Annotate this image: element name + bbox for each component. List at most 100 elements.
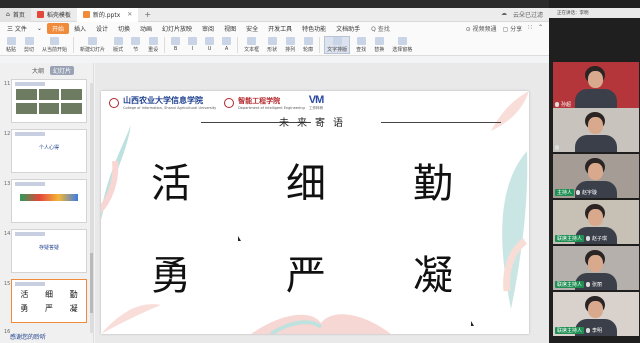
ribbon-button[interactable]: A bbox=[220, 37, 233, 52]
menu-review[interactable]: 审阅 bbox=[197, 24, 219, 33]
menu-view[interactable]: 视图 bbox=[219, 24, 241, 33]
ribbon-button[interactable]: 查找 bbox=[354, 36, 368, 53]
next-slide-title[interactable]: 感谢您的聆听 bbox=[10, 332, 46, 341]
menu-animation[interactable]: 动画 bbox=[135, 24, 157, 33]
microphone-icon[interactable] bbox=[576, 190, 581, 195]
ribbon-button[interactable]: I bbox=[186, 37, 199, 52]
ribbon-button[interactable]: 节 bbox=[129, 36, 142, 53]
tab-slides[interactable]: 幻灯片 bbox=[50, 66, 75, 75]
collab-button[interactable]: ⊙ 视频频通 bbox=[466, 24, 497, 33]
ribbon-button-label: 重设 bbox=[148, 46, 159, 53]
ribbon-button[interactable]: 新建幻灯片 bbox=[78, 36, 107, 53]
slide-header: 山西农业大学信息学院 College of Information, Shanx… bbox=[109, 94, 324, 111]
calligraphy-char[interactable]: 严 bbox=[286, 243, 326, 301]
ribbon-button[interactable]: 文本框 bbox=[242, 36, 261, 53]
participant-tile[interactable]: 主持人 赵宇璇 bbox=[553, 154, 639, 198]
ribbon-button-label: 轮廓 bbox=[303, 46, 314, 53]
ribbon-button[interactable]: 轮廓 bbox=[301, 36, 315, 53]
tab-outline[interactable]: 大纲 bbox=[32, 66, 44, 75]
ribbon-button[interactable]: B bbox=[169, 37, 182, 52]
menu-features[interactable]: 特色功能 bbox=[297, 24, 331, 33]
ribbon-button[interactable]: 排列 bbox=[283, 36, 297, 53]
menu-security[interactable]: 安全 bbox=[241, 24, 263, 33]
calligraphy-char[interactable]: 勇 bbox=[151, 243, 191, 301]
ribbon-button[interactable]: 重设 bbox=[146, 36, 160, 53]
brand-logo: VM 工作科研 bbox=[309, 94, 324, 111]
menu-insert[interactable]: 插入 bbox=[69, 24, 91, 33]
participant-tile[interactable]: 联席主持人 李明 bbox=[553, 292, 639, 336]
host-badge: 联席主持人 bbox=[555, 327, 585, 334]
host-badge: 联席主持人 bbox=[555, 235, 585, 242]
menu-doc-assistant[interactable]: 文档助手 bbox=[331, 24, 365, 33]
microphone-icon[interactable] bbox=[586, 282, 591, 287]
microphone-icon[interactable] bbox=[586, 236, 591, 241]
tab-home[interactable]: ⌂ 首页 bbox=[0, 8, 31, 22]
new-tab-button[interactable]: + bbox=[138, 10, 157, 19]
ribbon-button-label: 新建幻灯片 bbox=[80, 46, 106, 53]
slide-thumbnail-15[interactable]: 活 细 勤 勇 严 凝 bbox=[11, 279, 87, 323]
more-icon[interactable]: ∷ bbox=[528, 24, 532, 33]
menu-file[interactable]: 三 文件 bbox=[2, 24, 32, 33]
school-emblem-icon bbox=[109, 97, 119, 108]
microphone-icon[interactable] bbox=[586, 328, 591, 333]
slide-thumbnail-14[interactable]: 存疑答疑 bbox=[11, 229, 87, 273]
slide-thumbnail-12[interactable]: 个人心得 bbox=[11, 129, 87, 173]
leaf-decoration bbox=[101, 125, 131, 221]
ribbon-button[interactable]: 从当前开始 bbox=[40, 36, 69, 53]
ribbon: 粘贴 剪切 从当前开始 新建幻灯片 版式 节 重设 B I U A 文本框 形状 排列 轮廓 文字排版 查找 替换… bbox=[0, 34, 549, 56]
ribbon-button[interactable]: 形状 bbox=[265, 36, 279, 53]
microphone-icon[interactable] bbox=[555, 145, 559, 150]
ribbon-button[interactable]: 剪切 bbox=[22, 36, 36, 53]
ribbon-button-label: 选择窗格 bbox=[392, 46, 413, 53]
ribbon-tool-icon bbox=[332, 36, 342, 45]
ribbon-button-label: 剪切 bbox=[24, 46, 35, 53]
calligraphy-char[interactable]: 活 bbox=[151, 151, 191, 209]
menu-start[interactable]: 开始 bbox=[46, 22, 69, 34]
tab-label: 稻壳模板 bbox=[46, 12, 71, 19]
tab-label: 新的.pptx bbox=[92, 12, 121, 19]
current-slide[interactable]: 山西农业大学信息学院 College of Information, Shanx… bbox=[101, 91, 529, 334]
slide-thumbnail-13[interactable] bbox=[11, 179, 87, 223]
thumbnail-scrollbar[interactable] bbox=[90, 83, 93, 333]
slide-number: 14 bbox=[4, 231, 11, 237]
ribbon-button-label: 排列 bbox=[285, 46, 296, 53]
pane-tabs: 大纲 幻灯片 bbox=[0, 63, 93, 75]
slide-thumbnail-11[interactable] bbox=[11, 79, 87, 123]
participant-tile[interactable]: 孙超 bbox=[553, 62, 639, 110]
cloud-status: 云朵已过滤 bbox=[512, 12, 543, 19]
ribbon-button[interactable]: U bbox=[203, 37, 216, 52]
ribbon-button[interactable]: 替换 bbox=[372, 36, 386, 53]
slide-editor: 山西农业大学信息学院 College of Information, Shanx… bbox=[95, 63, 549, 343]
share-button[interactable]: ▢ 分享 bbox=[503, 24, 523, 33]
menu-slideshow[interactable]: 幻灯片放映 bbox=[157, 24, 197, 33]
cloud-icon[interactable]: ☁ bbox=[501, 10, 507, 19]
ribbon-button[interactable]: 粘贴 bbox=[4, 36, 18, 53]
microphone-icon[interactable] bbox=[555, 102, 559, 107]
participant-tile[interactable]: 联席主持人 赵子琪 bbox=[553, 200, 639, 244]
ribbon-button-label: 版式 bbox=[113, 46, 124, 53]
collapse-ribbon-icon[interactable]: ⌃ bbox=[538, 24, 543, 33]
tab-home-label: 首页 bbox=[12, 12, 25, 19]
ribbon-tool-icon bbox=[6, 36, 16, 45]
tab-document[interactable]: 新的.pptx ✕ bbox=[76, 8, 139, 22]
ribbon-button[interactable]: 文字排版 bbox=[324, 35, 351, 54]
scrollbar-thumb[interactable] bbox=[90, 253, 93, 313]
participant-face bbox=[588, 71, 603, 88]
tab-docer[interactable]: 稻壳模板 bbox=[31, 8, 77, 22]
menu-transition[interactable]: 切换 bbox=[113, 24, 135, 33]
calligraphy-char[interactable]: 细 bbox=[286, 151, 326, 209]
calligraphy-char[interactable]: 勤 bbox=[413, 151, 453, 209]
close-tab-icon[interactable]: ✕ bbox=[127, 11, 132, 18]
participant-tile[interactable]: 联席主持人 张丽 bbox=[553, 246, 639, 290]
ribbon-button[interactable]: 版式 bbox=[111, 36, 125, 53]
ribbon-button[interactable]: 选择窗格 bbox=[390, 36, 414, 53]
home-icon: ⌂ bbox=[6, 11, 10, 18]
menu-design[interactable]: 设计 bbox=[91, 24, 113, 33]
ribbon-tool-icon bbox=[247, 36, 257, 45]
calligraphy-char[interactable]: 凝 bbox=[413, 243, 453, 301]
ribbon-button-label: A bbox=[224, 46, 229, 52]
menu-devtools[interactable]: 开发工具 bbox=[263, 24, 297, 33]
participant-tile[interactable] bbox=[553, 108, 639, 152]
menu-quick-access[interactable]: ⌄ bbox=[32, 25, 47, 32]
search-box[interactable]: Q 查找 bbox=[371, 24, 390, 33]
